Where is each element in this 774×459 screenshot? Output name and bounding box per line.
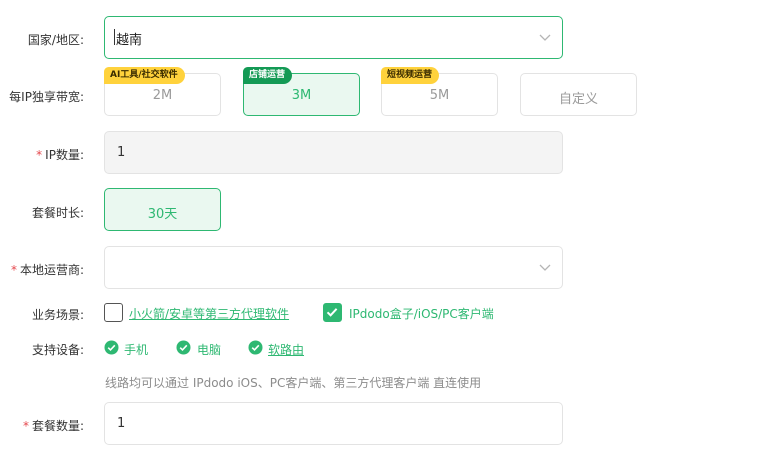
chevron-down-icon bbox=[538, 30, 552, 44]
bandwidth-tag-ai-social: AI工具/社交软件 bbox=[104, 67, 185, 84]
scenario-label: 业务场景: bbox=[31, 308, 84, 322]
bandwidth-option-3m[interactable]: 店铺运营 3M bbox=[243, 67, 360, 116]
scenario-option-third-party[interactable]: 小火箭/安卓等第三方代理软件 bbox=[129, 305, 289, 322]
bandwidth-option-label: 5M bbox=[429, 88, 450, 103]
country-select[interactable]: 越南 bbox=[104, 16, 563, 59]
bandwidth-option-label: 自定义 bbox=[558, 92, 598, 107]
scenario-checkbox-third-party[interactable] bbox=[104, 303, 123, 322]
bandwidth-tag-short-video: 短视频运营 bbox=[381, 67, 440, 84]
device-phone: 手机 bbox=[124, 343, 149, 357]
scenario-option-ipdodo[interactable]: IPdodo盒子/iOS/PC客户端 bbox=[349, 305, 494, 322]
bandwidth-option-custom[interactable]: 自定义 bbox=[520, 73, 637, 116]
bandwidth-tag-store-ops: 店铺运营 bbox=[243, 67, 293, 84]
check-icon bbox=[326, 308, 338, 317]
bandwidth-option-label: 2M bbox=[152, 88, 173, 103]
bandwidth-option-label: 3M bbox=[291, 88, 312, 103]
bandwidth-option-5m[interactable]: 短视频运营 5M bbox=[381, 67, 498, 116]
bandwidth-label: 每IP独享带宽: bbox=[9, 90, 84, 104]
scenario-checkbox-ipdodo[interactable] bbox=[323, 303, 342, 322]
check-circle-icon bbox=[176, 340, 191, 355]
duration-option-label: 30天 bbox=[147, 207, 178, 222]
chevron-down-icon bbox=[538, 260, 552, 274]
devices-label: 支持设备: bbox=[31, 343, 84, 357]
ip-count-label: * IP数量: bbox=[36, 148, 84, 162]
device-soft-router-link[interactable]: 软路由 bbox=[268, 341, 304, 358]
package-qty-label: * 套餐数量: bbox=[22, 419, 84, 433]
carrier-label: * 本地运营商: bbox=[10, 263, 84, 277]
text-cursor bbox=[114, 29, 115, 45]
country-value: 越南 bbox=[116, 33, 143, 48]
country-label: 国家/地区: bbox=[27, 33, 84, 47]
duration-label: 套餐时长: bbox=[31, 206, 84, 220]
device-pc: 电脑 bbox=[197, 343, 222, 357]
required-mark: * bbox=[10, 263, 17, 277]
bandwidth-option-2m[interactable]: AI工具/社交软件 2M bbox=[104, 67, 221, 116]
carrier-select[interactable] bbox=[104, 246, 563, 289]
duration-option-30d[interactable]: 30天 bbox=[104, 188, 221, 231]
package-qty-input[interactable]: 1 bbox=[104, 402, 563, 445]
check-circle-icon bbox=[104, 340, 119, 355]
devices-hint: 线路均可以通过 IPdodo iOS、PC客户端、第三方代理客户端 直连使用 bbox=[105, 376, 482, 390]
ip-count-input[interactable]: 1 bbox=[104, 131, 563, 174]
ip-count-value: 1 bbox=[117, 145, 126, 160]
required-mark: * bbox=[36, 148, 43, 162]
package-qty-value: 1 bbox=[117, 416, 126, 431]
check-circle-icon bbox=[248, 340, 263, 355]
required-mark: * bbox=[22, 419, 29, 433]
